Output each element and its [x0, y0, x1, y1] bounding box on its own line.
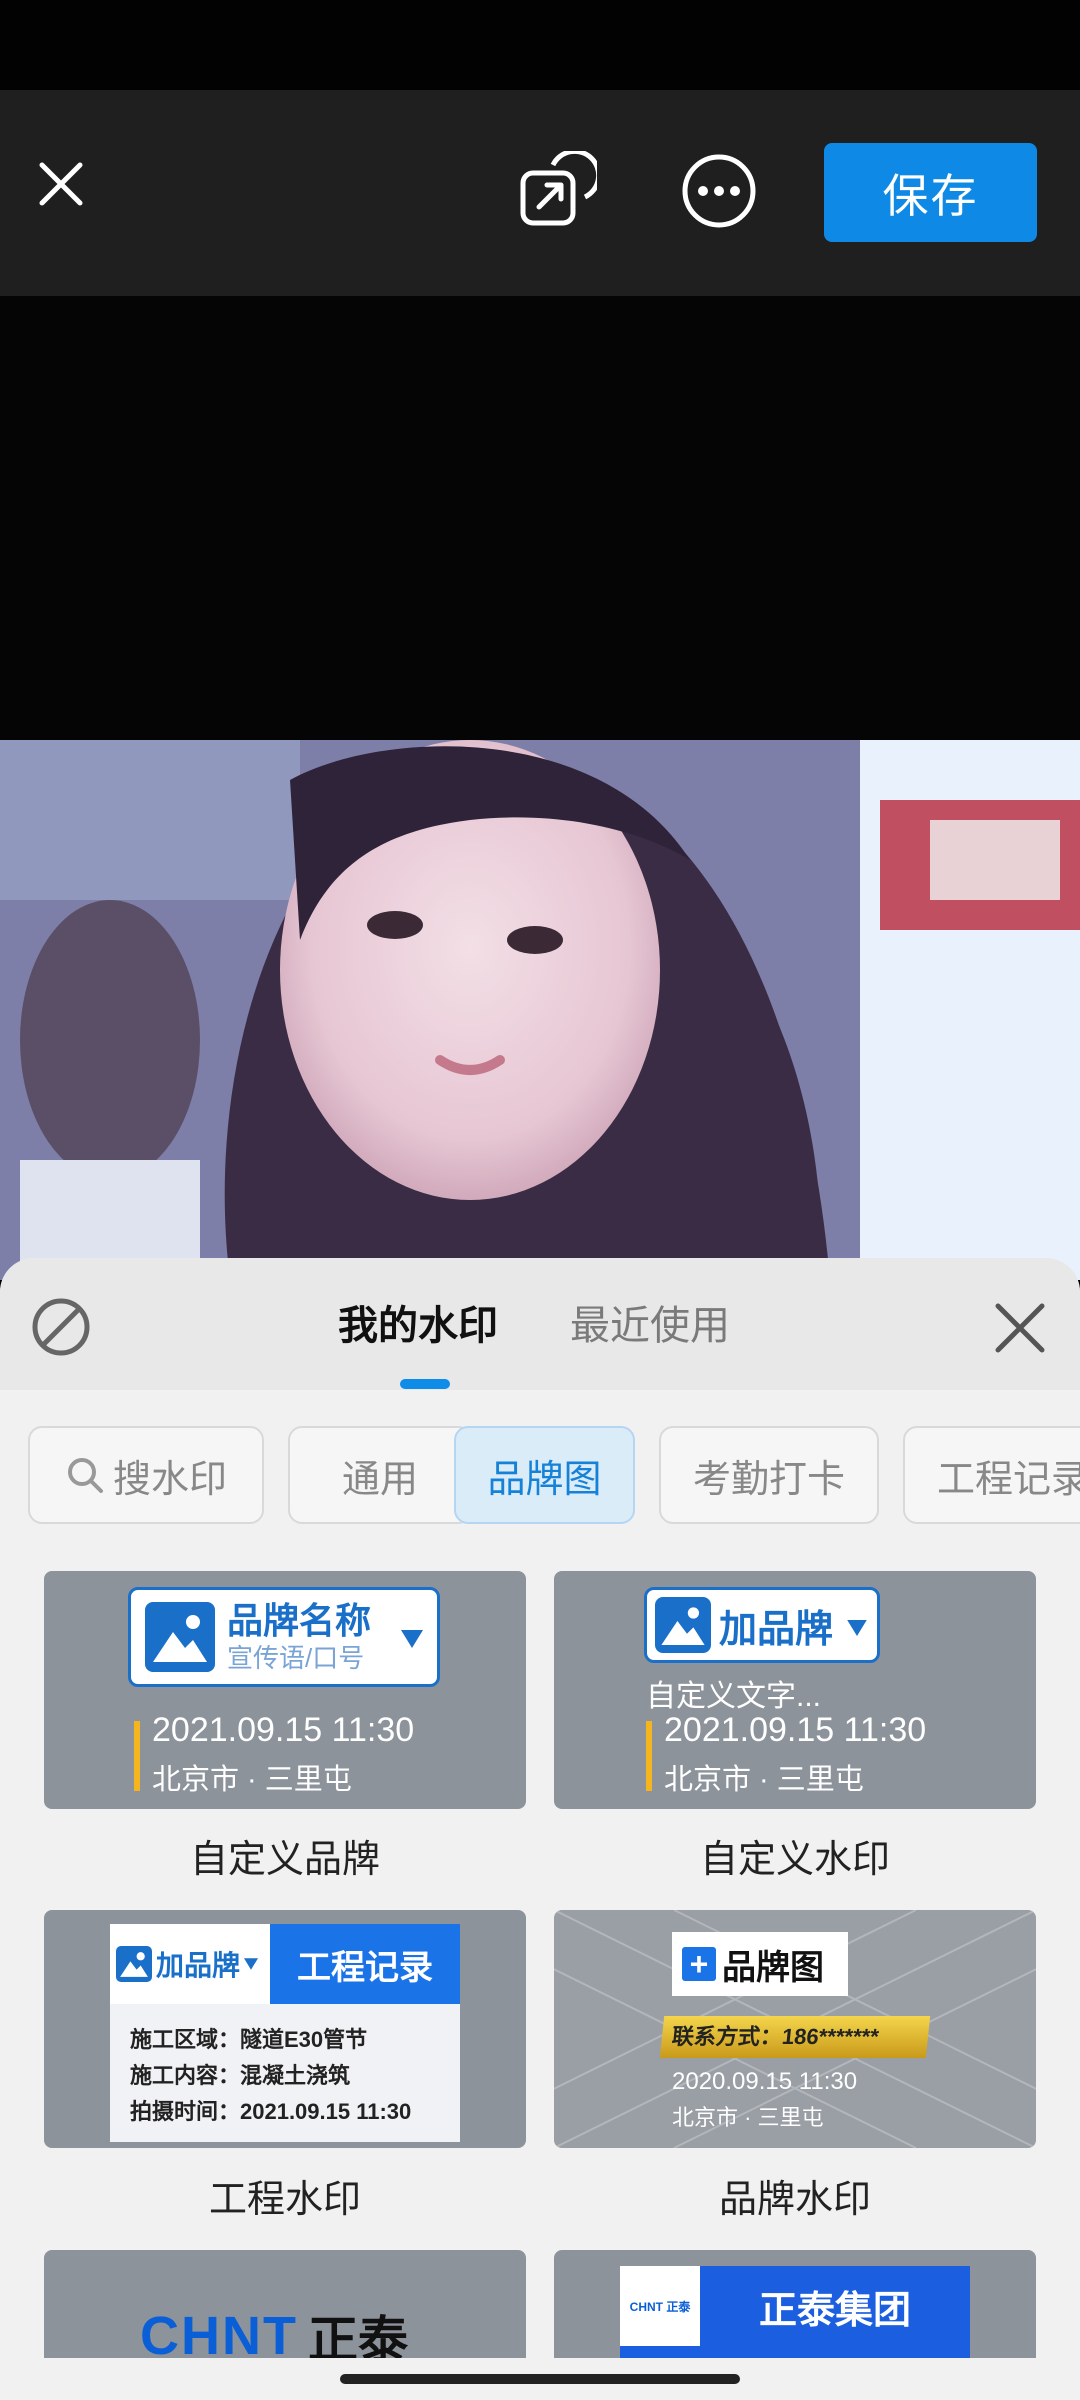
- watermark-card-custom-brand[interactable]: 品牌名称 宣传语/口号 2021.09.15 11:30 北京市 · 三里屯: [44, 1571, 526, 1809]
- card-label-custom-brand: 自定义品牌: [189, 1839, 380, 1881]
- card-label-engineering: 工程水印: [208, 2179, 361, 2221]
- slogan-text: 宣传语/口号: [227, 1643, 365, 1673]
- chip-attendance-label: 考勤打卡: [692, 1458, 845, 1501]
- card-label-brand: 品牌水印: [718, 2179, 871, 2221]
- engineering-time: 拍摄时间：2021.09.15 11:30: [130, 2099, 412, 2124]
- brand-image-box: + 品牌图: [672, 1932, 848, 1996]
- panel-header: 我的水印 最近使用: [0, 1258, 1080, 1390]
- watermark-location: 北京市 · 三里屯: [672, 2105, 824, 2130]
- watermark-panel: 我的水印 最近使用 搜水印 通用 品牌图 考勤打卡 工程记录 品牌名称 宣传语/…: [0, 1258, 1080, 2400]
- chnt-group-banner: CHNT 正泰 正泰集团: [620, 2266, 970, 2358]
- brand-name-text: 品牌名称: [227, 1600, 372, 1641]
- chip-attendance[interactable]: 考勤打卡: [659, 1426, 879, 1524]
- contact-ribbon: 联系方式：186*******: [659, 2016, 931, 2058]
- chip-engineering[interactable]: 工程记录: [903, 1426, 1080, 1524]
- add-brand-box: 加品牌: [110, 1924, 270, 2004]
- image-icon: [655, 1597, 711, 1653]
- close-icon[interactable]: [28, 148, 94, 220]
- editor-toolbar: 保存: [0, 90, 1080, 296]
- chip-brand-image-label: 品牌图: [487, 1458, 602, 1501]
- add-brand-text: 加品牌: [719, 1608, 834, 1651]
- chnt-logo-cn: 正泰: [307, 2312, 408, 2358]
- watermark-location: 北京市 · 三里屯: [152, 1764, 352, 1796]
- plus-icon: +: [682, 1946, 716, 1982]
- status-bar: [0, 0, 1080, 90]
- chip-general[interactable]: 通用: [288, 1426, 472, 1524]
- watermark-card-chnt-group[interactable]: CHNT 正泰 正泰集团: [554, 2250, 1036, 2358]
- add-brand-box: 加品牌: [644, 1587, 880, 1663]
- share-icon[interactable]: [512, 146, 602, 236]
- canvas-background: [0, 296, 1080, 740]
- card-label-custom-watermark: 自定义水印: [699, 1839, 890, 1881]
- brand-image-text: 品牌图: [722, 1948, 824, 1987]
- watermark-date: 2021.09.15 11:30: [152, 1711, 415, 1749]
- add-brand-text: 加品牌: [156, 1950, 241, 1981]
- engineering-title: 工程记录: [270, 1924, 460, 2004]
- image-icon: [145, 1602, 215, 1672]
- more-icon[interactable]: [674, 146, 764, 236]
- watermark-card-brand[interactable]: + 品牌图 联系方式：186******* 2020.09.15 11:30 北…: [554, 1910, 1036, 2148]
- chnt-logo-text: CHNT: [140, 2306, 298, 2358]
- search-watermark-chip[interactable]: 搜水印: [28, 1426, 264, 1524]
- active-tab-indicator: [400, 1379, 450, 1389]
- tab-my-watermarks[interactable]: 我的水印: [338, 1298, 498, 1354]
- custom-text: 自定义文字...: [646, 1680, 822, 1713]
- watermark-card-custom-watermark[interactable]: 加品牌 自定义文字... 2021.09.15 11:30 北京市 · 三里屯: [554, 1571, 1036, 1809]
- no-watermark-icon[interactable]: [30, 1296, 92, 1358]
- watermark-card-engineering[interactable]: 加品牌 工程记录 施工区域：隧道E30管节 施工内容：混凝土浇筑 拍摄时间：20…: [44, 1910, 526, 2148]
- chip-general-label: 通用: [341, 1458, 418, 1501]
- engineering-content: 施工内容：混凝土浇筑: [130, 2063, 351, 2088]
- chnt-group-name: 正泰集团: [758, 2289, 911, 2332]
- chip-brand-image[interactable]: 品牌图: [454, 1426, 635, 1524]
- save-button[interactable]: 保存: [824, 143, 1037, 242]
- watermark-location: 北京市 · 三里屯: [664, 1764, 864, 1796]
- dropdown-triangle-icon: [401, 1630, 423, 1648]
- engineering-panel: 加品牌 工程记录 施工区域：隧道E30管节 施工内容：混凝土浇筑 拍摄时间：20…: [110, 1924, 460, 2142]
- dropdown-triangle-icon: [847, 1620, 867, 1636]
- watermark-date: 2021.09.15 11:30: [664, 1711, 927, 1749]
- chnt-logo: CHNT 正泰: [140, 2300, 408, 2358]
- photo-preview[interactable]: [0, 740, 1080, 1280]
- chnt-mini-logo: CHNT 正泰: [620, 2266, 700, 2346]
- close-panel-icon[interactable]: [990, 1298, 1050, 1358]
- accent-bar: [134, 1721, 140, 1791]
- search-chip-label: 搜水印: [112, 1458, 227, 1501]
- engineering-area: 施工区域：隧道E30管节: [130, 2027, 368, 2052]
- home-indicator: [340, 2374, 740, 2384]
- chip-engineering-label: 工程记录: [937, 1458, 1080, 1501]
- accent-bar: [646, 1721, 652, 1791]
- dropdown-triangle-icon: [244, 1958, 259, 1970]
- search-icon: [67, 1458, 103, 1493]
- tab-recently-used[interactable]: 最近使用: [570, 1298, 730, 1354]
- watermark-card-chnt-logo[interactable]: CHNT 正泰: [44, 2250, 526, 2358]
- brand-name-box: 品牌名称 宣传语/口号: [128, 1587, 440, 1687]
- watermark-date: 2020.09.15 11:30: [672, 2068, 858, 2095]
- image-icon: [116, 1946, 152, 1982]
